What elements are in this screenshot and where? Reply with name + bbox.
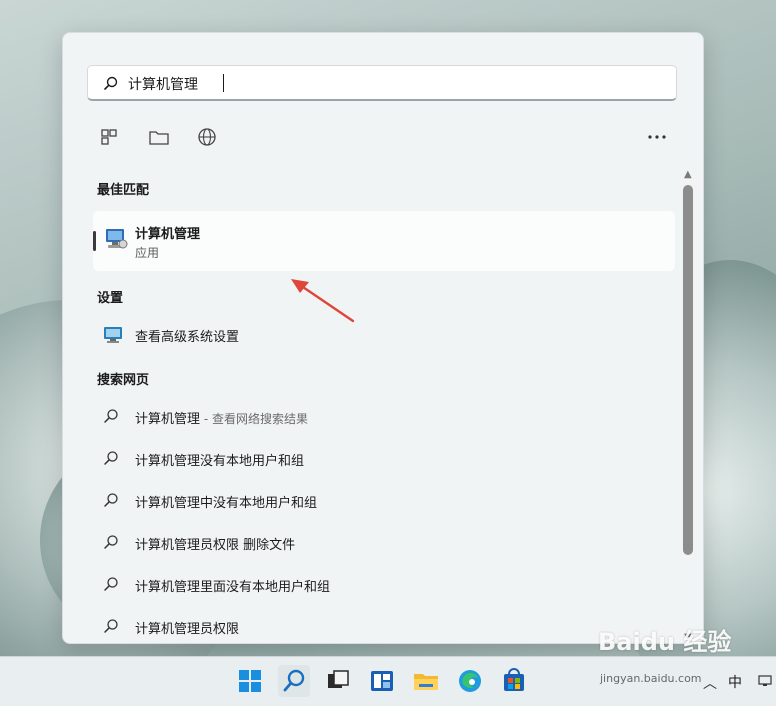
taskbar-search-button[interactable]: [278, 665, 310, 697]
web-result-label: 计算机管理中没有本地用户和组: [135, 496, 318, 511]
search-icon: [283, 669, 305, 692]
section-title-settings: 设置: [97, 291, 124, 306]
web-result-label: 计算机管理没有本地用户和组: [135, 454, 305, 469]
apps-icon[interactable]: [97, 125, 121, 149]
baidu-watermark-url: jingyan.baidu.com: [600, 672, 702, 685]
web-result-item[interactable]: 计算机管理里面没有本地用户和组: [103, 573, 663, 597]
web-result-label: 计算机管理: [135, 412, 201, 427]
baidu-watermark: Baidu 经验: [598, 628, 732, 656]
web-result-label: 计算机管理员权限 删除文件: [135, 538, 296, 553]
widgets-icon[interactable]: [366, 665, 398, 697]
search-icon: [104, 619, 118, 633]
system-settings-icon: [104, 327, 122, 343]
search-icon: [104, 535, 118, 549]
web-result-suffix: - 查看网络搜索结果: [200, 412, 308, 426]
windows-start-icon[interactable]: [234, 665, 266, 697]
web-result-label: 计算机管理里面没有本地用户和组: [135, 580, 331, 595]
scroll-up-arrow-icon[interactable]: ▲: [684, 169, 692, 180]
web-result-item[interactable]: 计算机管理 - 查看网络搜索结果: [103, 405, 663, 429]
network-icon[interactable]: [758, 673, 774, 689]
text-caret: [223, 74, 224, 92]
web-result-item[interactable]: 计算机管理没有本地用户和组: [103, 447, 663, 471]
section-title-web: 搜索网页: [97, 373, 150, 388]
scrollbar[interactable]: ▲ ▼: [680, 169, 696, 643]
search-icon: [104, 409, 118, 423]
annotation-arrow-icon: [291, 279, 355, 323]
more-icon[interactable]: [645, 125, 669, 149]
search-icon: [104, 577, 118, 591]
selection-indicator: [93, 231, 96, 251]
web-result-text: 计算机管理 - 查看网络搜索结果: [135, 408, 308, 427]
computer-management-icon: [106, 229, 128, 249]
tray-chevron-up-icon[interactable]: ︿: [703, 673, 717, 693]
web-result-item[interactable]: 计算机管理员权限: [103, 615, 663, 639]
web-result-item[interactable]: 计算机管理中没有本地用户和组: [103, 489, 663, 513]
edge-icon[interactable]: [454, 665, 486, 697]
best-match-title: 计算机管理: [135, 227, 201, 242]
best-match-result[interactable]: 计算机管理 应用: [93, 211, 675, 271]
search-filter-toolbar: [97, 125, 669, 149]
search-query: 计算机管理: [128, 77, 198, 93]
web-result-item[interactable]: 计算机管理员权限 删除文件: [103, 531, 663, 555]
globe-icon[interactable]: [195, 125, 219, 149]
folder-icon[interactable]: [147, 125, 171, 149]
best-match-subtitle: 应用: [135, 246, 160, 260]
ime-indicator[interactable]: 中: [728, 672, 742, 692]
file-explorer-icon[interactable]: [410, 665, 442, 697]
search-icon: [104, 493, 118, 507]
section-title-best-match: 最佳匹配: [97, 183, 150, 198]
scrollbar-thumb[interactable]: [683, 185, 693, 555]
search-icon: [104, 451, 118, 465]
web-result-label: 计算机管理员权限: [135, 622, 240, 637]
settings-item-advanced-system[interactable]: 查看高级系统设置: [103, 323, 663, 347]
search-input[interactable]: 计算机管理: [87, 65, 677, 101]
search-icon: [104, 76, 118, 90]
settings-item-label: 查看高级系统设置: [135, 330, 240, 345]
start-search-panel: 计算机管理 最佳匹配 计算机管理 应用 设置 查看高级系统设置 搜索网页 计算机…: [62, 32, 704, 644]
store-icon[interactable]: [498, 665, 530, 697]
task-view-icon[interactable]: [322, 665, 354, 697]
